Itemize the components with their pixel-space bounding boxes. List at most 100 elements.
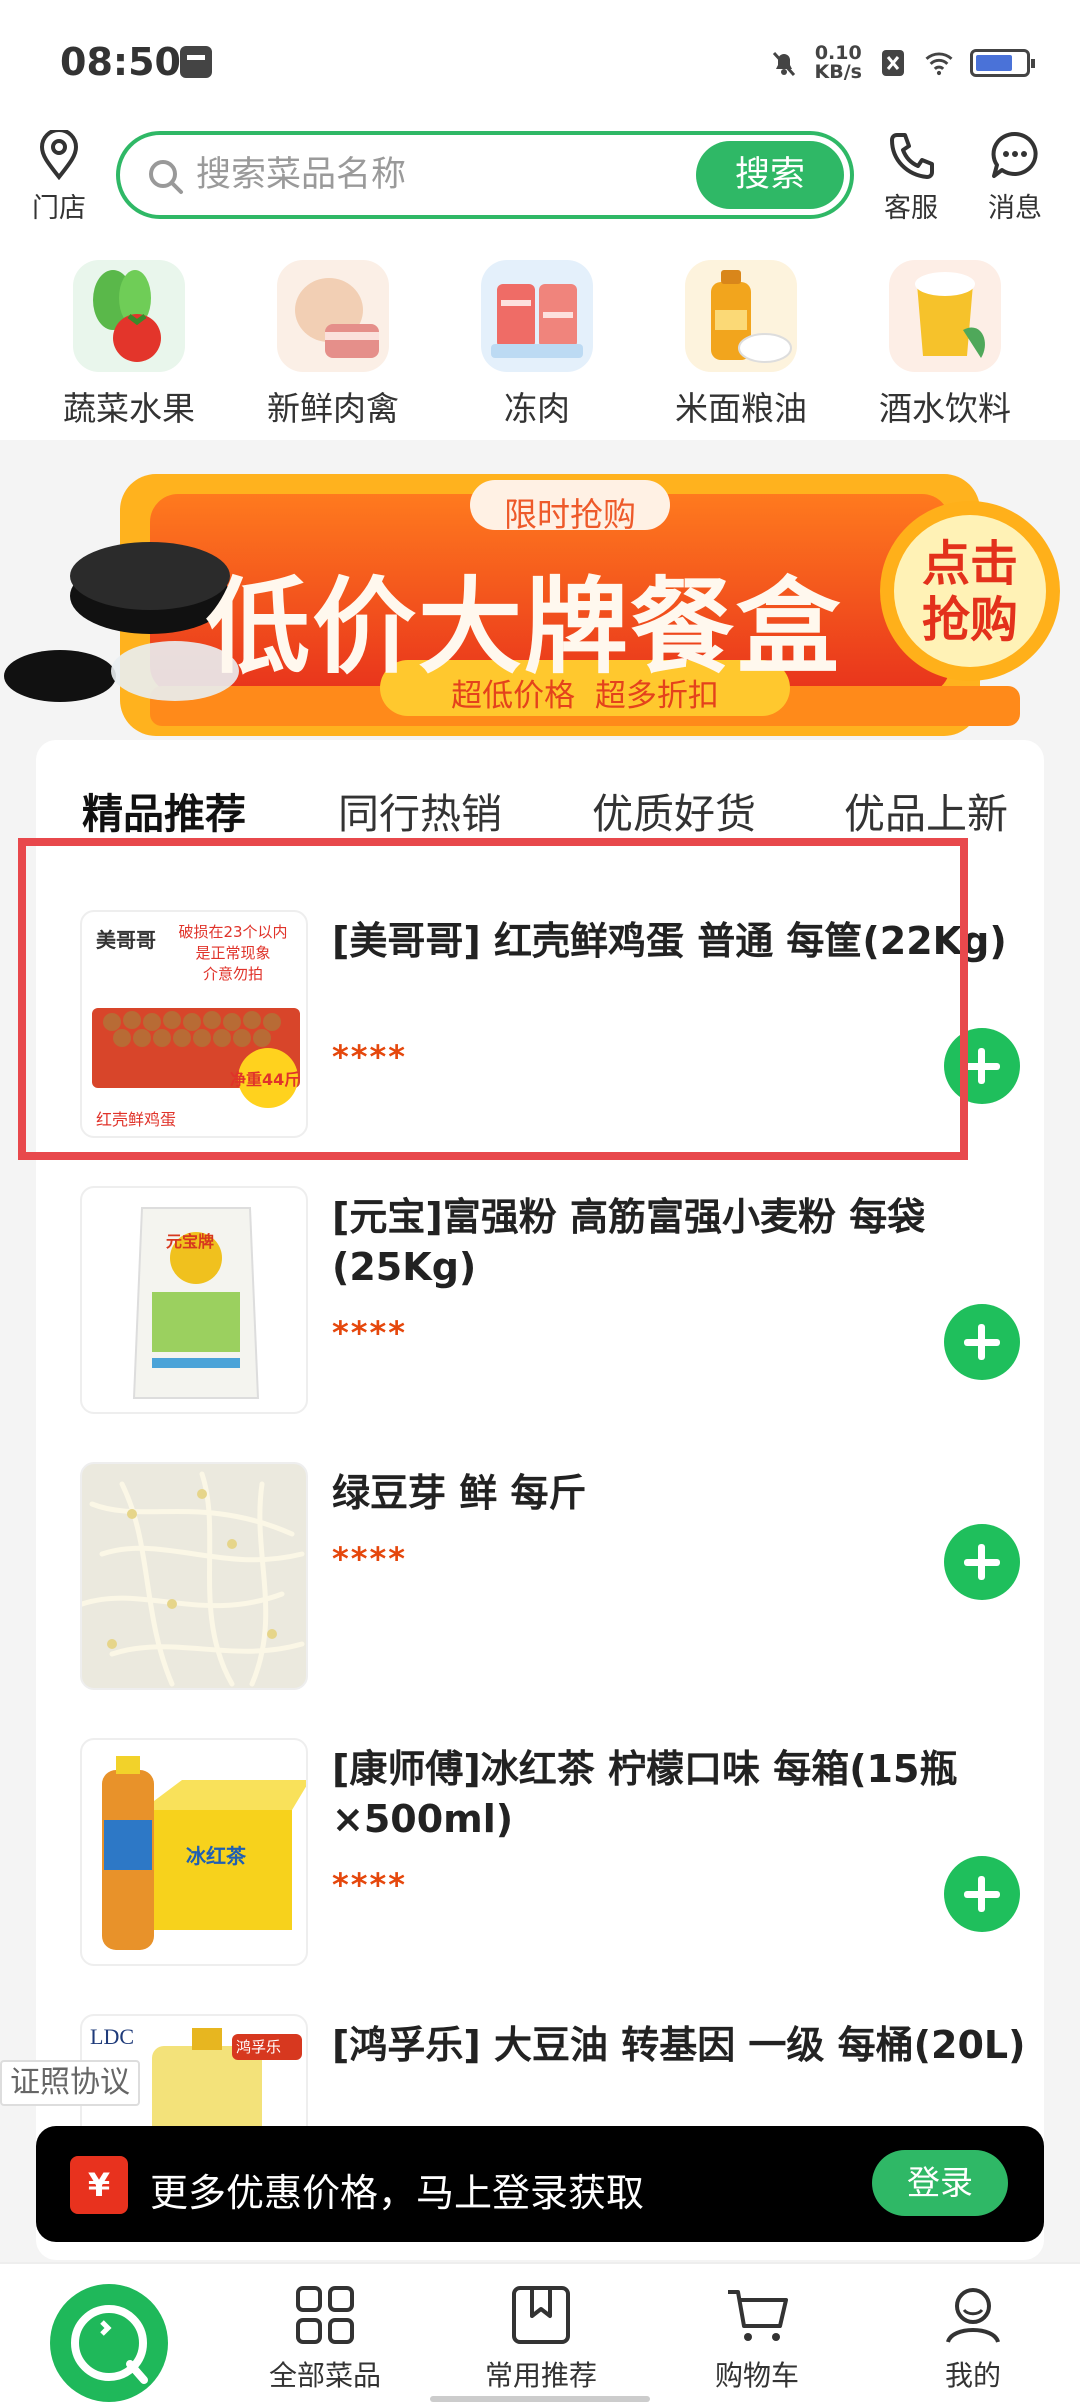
search-button[interactable]: 搜索 — [696, 141, 844, 209]
tab-featured[interactable]: 精品推荐 — [82, 780, 262, 852]
phone-icon — [890, 133, 934, 179]
customer-service-button[interactable]: 客服 — [874, 130, 948, 225]
product-name: [美哥哥] 红壳鲜鸡蛋 普通 每筐(22Kg) — [332, 919, 1007, 963]
thumb-note: 是正常现象 — [195, 944, 271, 962]
banner-tag: 限时抢购 — [504, 495, 636, 534]
bookmark-icon — [512, 2286, 570, 2344]
category-grain-oil[interactable]: 米面粮油 — [656, 260, 826, 430]
thumb-brand: 鸿孚乐 — [236, 2038, 282, 2056]
vegetables-icon — [73, 260, 185, 372]
thumb-weight-badge: 净重44斤 — [230, 1070, 301, 1089]
category-label: 蔬菜水果 — [63, 389, 195, 428]
thumb-note: 破损在23个以内 — [178, 923, 288, 941]
tab-label: 优质好货 — [592, 790, 756, 838]
login-prompt-text: 更多优惠价格，马上登录获取 — [150, 2171, 645, 2215]
nav-mine[interactable]: 我的 — [898, 2282, 1048, 2394]
login-button[interactable]: 登录 — [872, 2150, 1008, 2216]
nav-frequent-recommend[interactable]: 常用推荐 — [466, 2282, 616, 2394]
drinks-icon — [889, 260, 1001, 372]
wifi-icon — [925, 52, 953, 76]
add-to-cart-button[interactable] — [944, 1028, 1020, 1104]
nav-all-dishes[interactable]: 全部菜品 — [250, 2282, 400, 2394]
nav-label: 常用推荐 — [484, 2359, 597, 2392]
category-label: 米面粮油 — [675, 389, 807, 428]
bottom-nav: 全部菜品 常用推荐 购物车 我的 — [0, 2262, 1080, 2408]
status-time: 08:50 — [60, 40, 181, 84]
product-price: **** — [332, 1540, 407, 1578]
store-button[interactable]: 门店 — [22, 130, 96, 225]
thumb-brand: 元宝牌 — [166, 1232, 215, 1251]
search-icon — [149, 160, 183, 194]
thumb-brand: 冰红茶 — [186, 1844, 246, 1868]
coupon-icon: ¥ — [70, 2156, 128, 2214]
product-thumbnail: 美哥哥 破损在23个以内 是正常现象 介意勿拍 净重44斤 红壳鲜鸡蛋 — [80, 910, 308, 1138]
grid-icon — [296, 2286, 354, 2344]
active-tab-underline — [86, 840, 262, 852]
service-label: 客服 — [884, 193, 938, 224]
tab-label: 精品推荐 — [82, 790, 246, 838]
home-logo-icon — [71, 2305, 148, 2384]
product-name: [鸿孚乐] 大豆油 转基因 一级 每桶(20L) — [332, 2023, 1026, 2067]
meat-icon — [277, 260, 389, 372]
login-prompt-bar: ¥ 更多优惠价格，马上登录获取 登录 — [36, 2126, 1044, 2242]
banner-cta[interactable]: 点击 抢购 — [906, 536, 1034, 648]
thumb-brand-ldc: LDC — [90, 2024, 134, 2049]
tab-peer-hot[interactable]: 同行热销 — [338, 780, 502, 840]
thumb-caption: 红壳鲜鸡蛋 — [96, 1110, 177, 1129]
nav-label: 我的 — [944, 2359, 1001, 2392]
category-drinks[interactable]: 酒水饮料 — [860, 260, 1030, 430]
tab-label: 优品上新 — [844, 790, 1008, 838]
gesture-bar — [430, 2396, 650, 2402]
product-name: 绿豆芽 鲜 每斤 — [332, 1471, 587, 1515]
status-bar: 08:50 0.10 KB/s — [0, 0, 1080, 128]
search-input[interactable] — [196, 149, 596, 201]
add-to-cart-button[interactable] — [944, 1304, 1020, 1380]
category-vegetables[interactable]: 蔬菜水果 — [44, 260, 214, 430]
battery-icon — [970, 49, 1035, 77]
product-item[interactable]: 美哥哥 破损在23个以内 是正常现象 介意勿拍 净重44斤 红壳鲜鸡蛋 [美哥哥… — [80, 910, 1020, 1140]
product-name: [康师傅]冰红茶 柠檬口味 每箱(15瓶×500ml) — [332, 1747, 958, 1841]
category-label: 冻肉 — [504, 389, 570, 428]
product-price: **** — [332, 1314, 407, 1352]
thumb-note: 介意勿拍 — [202, 965, 263, 983]
category-row: 蔬菜水果 新鲜肉禽 冻肉 米面粮油 酒水饮料 — [0, 260, 1080, 430]
tab-new-arrivals[interactable]: 优品上新 — [844, 780, 1008, 840]
category-frozen-meat[interactable]: 冻肉 — [452, 260, 622, 430]
product-price: **** — [332, 1866, 407, 1904]
mute-bell-icon — [772, 51, 795, 77]
nav-label: 全部菜品 — [268, 2359, 381, 2392]
nav-label: 购物车 — [714, 2359, 799, 2392]
location-pin-icon — [39, 130, 79, 180]
sim-card-icon — [180, 46, 212, 78]
product-price: **** — [332, 1038, 407, 1076]
nav-cart[interactable]: 购物车 — [682, 2282, 832, 2394]
cart-icon — [728, 2290, 788, 2341]
product-thumbnail: 元宝牌 — [80, 1186, 308, 1414]
add-to-cart-button[interactable] — [944, 1856, 1020, 1932]
home-nav-button[interactable] — [50, 2284, 168, 2402]
category-label: 酒水饮料 — [879, 389, 1011, 428]
product-item[interactable]: 冰红茶 [康师傅]冰红茶 柠檬口味 每箱(15瓶×500ml) **** — [80, 1738, 1020, 1968]
category-label: 新鲜肉禽 — [267, 389, 399, 428]
banner-cta-line1: 点击 — [921, 536, 1018, 592]
product-name: [元宝]富强粉 高筋富强小麦粉 每袋(25Kg) — [332, 1195, 926, 1289]
no-sim-icon — [882, 50, 904, 76]
product-item[interactable]: 绿豆芽 鲜 每斤 **** — [80, 1462, 1020, 1692]
license-agreement-link[interactable]: 证照协议 — [0, 2060, 140, 2106]
add-to-cart-button[interactable] — [944, 1524, 1020, 1600]
product-thumbnail: 冰红茶 — [80, 1738, 308, 1966]
tab-label: 同行热销 — [338, 790, 502, 838]
banner-subtitle: 超低价格 超多折扣 — [451, 678, 719, 714]
category-meat[interactable]: 新鲜肉禽 — [248, 260, 418, 430]
tab-quality-goods[interactable]: 优质好货 — [592, 780, 756, 840]
network-speed: 0.10 KB/s — [815, 44, 862, 82]
net-speed-unit: KB/s — [814, 61, 862, 83]
message-label: 消息 — [988, 193, 1042, 224]
messages-button[interactable]: 消息 — [978, 130, 1052, 225]
product-item[interactable]: 元宝牌 [元宝]富强粉 高筋富强小麦粉 每袋(25Kg) **** — [80, 1186, 1020, 1416]
frozen-meat-icon — [481, 260, 593, 372]
message-bubble-icon — [991, 131, 1038, 178]
promo-banner[interactable]: 限时抢购 低价大牌餐盒 超低价格 超多折扣 点击 抢购 — [0, 466, 1080, 756]
search-bar[interactable]: 搜索 — [116, 131, 854, 219]
banner-cta-line2: 抢购 — [921, 592, 1018, 648]
